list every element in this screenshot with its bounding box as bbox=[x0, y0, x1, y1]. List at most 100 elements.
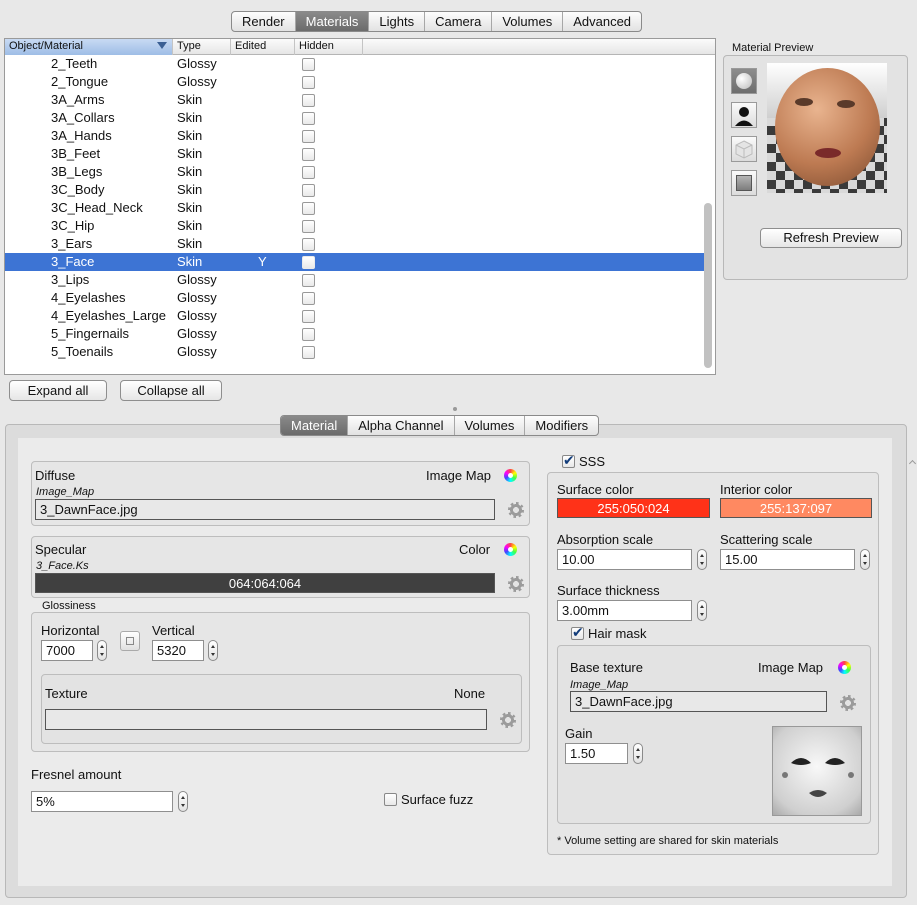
col-edited[interactable]: Edited bbox=[231, 39, 295, 55]
table-row[interactable]: 4_Eyelashes_Large Glossy bbox=[5, 307, 705, 325]
tab-materials[interactable]: Materials bbox=[295, 12, 370, 31]
sphere-shape-button[interactable] bbox=[731, 68, 757, 94]
table-row[interactable]: 3B_Legs Skin bbox=[5, 163, 705, 181]
scattering-scale-stepper[interactable] bbox=[860, 549, 870, 570]
fresnel-stepper[interactable] bbox=[178, 791, 188, 812]
tab-volumes[interactable]: Volumes bbox=[492, 12, 564, 31]
table-row[interactable]: 3C_Body Skin bbox=[5, 181, 705, 199]
link-button[interactable] bbox=[120, 631, 140, 651]
tab-modifiers[interactable]: Modifiers bbox=[525, 416, 598, 435]
tab-alpha-channel[interactable]: Alpha Channel bbox=[348, 416, 455, 435]
surface-color-swatch[interactable]: 255:050:024 bbox=[557, 498, 710, 518]
tab-material[interactable]: Material bbox=[281, 416, 349, 435]
gear-icon[interactable] bbox=[500, 712, 516, 728]
table-row[interactable]: 5_Fingernails Glossy bbox=[5, 325, 705, 343]
col-hidden[interactable]: Hidden bbox=[295, 39, 363, 55]
hidden-checkbox[interactable] bbox=[302, 292, 315, 305]
color-wheel-icon[interactable] bbox=[504, 543, 517, 556]
surface-thickness-field[interactable]: 3.00mm bbox=[557, 600, 692, 621]
hidden-checkbox[interactable] bbox=[302, 220, 315, 233]
gain-stepper[interactable] bbox=[633, 743, 643, 764]
surface-fuzz-checkbox[interactable] bbox=[384, 793, 397, 806]
gear-icon[interactable] bbox=[508, 576, 524, 592]
tab-lights[interactable]: Lights bbox=[369, 12, 426, 31]
hidden-checkbox[interactable] bbox=[302, 184, 315, 197]
specular-color-swatch[interactable]: 064:064:064 bbox=[35, 573, 495, 593]
absorption-scale-stepper[interactable] bbox=[697, 549, 707, 570]
base-texture-field[interactable]: 3_DawnFace.jpg bbox=[570, 691, 827, 712]
scattering-scale-label: Scattering scale bbox=[720, 532, 813, 547]
gear-icon[interactable] bbox=[840, 695, 856, 711]
col-type[interactable]: Type bbox=[173, 39, 231, 55]
hidden-checkbox[interactable] bbox=[302, 94, 315, 107]
color-wheel-icon[interactable] bbox=[838, 661, 851, 674]
hidden-checkbox[interactable] bbox=[302, 76, 315, 89]
hidden-checkbox[interactable] bbox=[302, 130, 315, 143]
hair-mask-checkbox[interactable] bbox=[571, 624, 584, 641]
horizontal-stepper[interactable] bbox=[97, 640, 107, 661]
table-row[interactable]: 2_Teeth Glossy bbox=[5, 55, 705, 73]
sss-checkbox[interactable] bbox=[562, 452, 575, 469]
table-row[interactable]: 5_Toenails Glossy bbox=[5, 343, 705, 361]
sss-note: * Volume setting are shared for skin mat… bbox=[557, 835, 779, 847]
row-material-name: 4_Eyelashes_Large bbox=[51, 308, 166, 323]
table-row[interactable]: 3C_Head_Neck Skin bbox=[5, 199, 705, 217]
diffuse-texture-field[interactable]: 3_DawnFace.jpg bbox=[35, 499, 495, 520]
surface-thickness-stepper[interactable] bbox=[697, 600, 707, 621]
hidden-checkbox[interactable] bbox=[302, 328, 315, 341]
table-scrollbar[interactable] bbox=[703, 79, 713, 369]
base-texture-mode[interactable]: Image Map bbox=[758, 660, 823, 675]
tab-render[interactable]: Render bbox=[232, 12, 296, 31]
hidden-checkbox[interactable] bbox=[302, 274, 315, 287]
refresh-preview-button[interactable]: Refresh Preview bbox=[760, 228, 902, 248]
cube-shape-button[interactable] bbox=[731, 136, 757, 162]
hidden-checkbox[interactable] bbox=[302, 58, 315, 71]
table-row[interactable]: 3A_Hands Skin bbox=[5, 127, 705, 145]
table-row[interactable]: 3_Lips Glossy bbox=[5, 271, 705, 289]
diffuse-mode[interactable]: Image Map bbox=[426, 468, 491, 483]
head-shape-button[interactable] bbox=[731, 102, 757, 128]
col-object-material[interactable]: Object/Material bbox=[5, 39, 173, 55]
tab-sub-volumes[interactable]: Volumes bbox=[455, 416, 526, 435]
horizontal-field[interactable]: 7000 bbox=[41, 640, 93, 661]
interior-color-swatch[interactable]: 255:137:097 bbox=[720, 498, 872, 518]
table-row[interactable]: 3_Ears Skin bbox=[5, 235, 705, 253]
table-row[interactable]: 3C_Hip Skin bbox=[5, 217, 705, 235]
color-wheel-icon[interactable] bbox=[504, 469, 517, 482]
scattering-scale-field[interactable]: 15.00 bbox=[720, 549, 855, 570]
fresnel-field[interactable]: 5% bbox=[31, 791, 173, 812]
hidden-checkbox[interactable] bbox=[302, 166, 315, 179]
gain-field[interactable]: 1.50 bbox=[565, 743, 628, 764]
texture-mode[interactable]: None bbox=[454, 686, 485, 701]
plane-shape-button[interactable] bbox=[731, 170, 757, 196]
row-material-type: Skin bbox=[177, 146, 203, 161]
specular-mode[interactable]: Color bbox=[459, 542, 490, 557]
absorption-scale-field[interactable]: 10.00 bbox=[557, 549, 692, 570]
row-material-type: Glossy bbox=[177, 74, 217, 89]
hidden-checkbox[interactable] bbox=[302, 202, 315, 215]
hidden-checkbox[interactable] bbox=[302, 148, 315, 161]
splitter-handle[interactable] bbox=[453, 407, 457, 411]
sss-label: SSS bbox=[579, 454, 606, 469]
tab-camera[interactable]: Camera bbox=[425, 12, 493, 31]
table-row[interactable]: 3_Face Skin Y bbox=[5, 253, 705, 271]
hidden-checkbox[interactable] bbox=[302, 238, 315, 251]
vertical-field[interactable]: 5320 bbox=[152, 640, 204, 661]
hidden-checkbox[interactable] bbox=[302, 256, 315, 269]
expand-all-button[interactable]: Expand all bbox=[9, 380, 107, 401]
hidden-checkbox[interactable] bbox=[302, 310, 315, 323]
hidden-checkbox[interactable] bbox=[302, 112, 315, 125]
collapse-all-button[interactable]: Collapse all bbox=[120, 380, 222, 401]
tab-advanced[interactable]: Advanced bbox=[563, 12, 641, 31]
gear-icon[interactable] bbox=[508, 502, 524, 518]
scrollbar-thumb[interactable] bbox=[704, 203, 712, 368]
table-row[interactable]: 2_Tongue Glossy bbox=[5, 73, 705, 91]
hidden-checkbox[interactable] bbox=[302, 346, 315, 359]
table-row[interactable]: 3A_Collars Skin bbox=[5, 109, 705, 127]
table-row[interactable]: 3B_Feet Skin bbox=[5, 145, 705, 163]
table-row[interactable]: 4_Eyelashes Glossy bbox=[5, 289, 705, 307]
table-row[interactable]: 3A_Arms Skin bbox=[5, 91, 705, 109]
vertical-stepper[interactable] bbox=[208, 640, 218, 661]
resize-handle[interactable] bbox=[908, 459, 917, 468]
texture-field[interactable] bbox=[45, 709, 487, 730]
